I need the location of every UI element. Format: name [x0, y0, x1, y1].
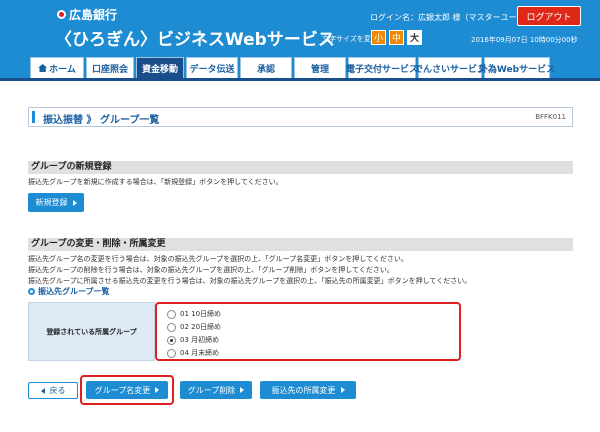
service-name: 〈ひろぎん〉ビジネスWebサービス [55, 30, 335, 50]
radio-button-selected[interactable] [167, 335, 176, 345]
nav-tab-home[interactable]: ホーム [30, 57, 84, 78]
arrow-right-icon [155, 387, 160, 393]
arrow-left-icon [40, 387, 45, 394]
change-description-member: 振込先グループに所属させる振込先の変更を行う場合は、対象の振込先グループを選択の… [28, 277, 472, 285]
bank-logo-icon [57, 10, 66, 19]
new-group-description: 振込先グループを新規に作成する場合は、「新規登録」ボタンを押してください。 [28, 178, 283, 186]
nav-underline [0, 78, 600, 81]
nav-tab-approval[interactable]: 承認 [240, 57, 292, 78]
group-option[interactable]: 02 20日締め [167, 322, 221, 332]
fontsize-medium-button[interactable]: 中 [389, 30, 404, 45]
current-datetime: 2016年09月07日 10時00分00秒 [471, 36, 578, 44]
group-option[interactable]: 03 月初締め [167, 335, 219, 345]
nav-tab-electronic-delivery[interactable]: 電子交付サービス [346, 57, 418, 78]
rename-group-button[interactable]: グループ名変更 [86, 381, 168, 399]
fontsize-small-button[interactable]: 小 [371, 30, 386, 45]
nav-tab-densai[interactable]: でんさいサービス [414, 57, 486, 78]
arrow-right-icon [340, 387, 345, 393]
page-title: 振込振替 》 グループ一覧 [43, 115, 160, 126]
change-group-heading: グループの変更・削除・所属変更 [28, 238, 573, 251]
radio-button[interactable] [167, 322, 176, 332]
new-register-button[interactable]: 新規登録 [28, 193, 84, 212]
new-group-heading: グループの新規登録 [28, 161, 573, 174]
group-radio-list: 01 10日締め 02 20日締め 03 月初締め 04 月末締め [155, 302, 461, 361]
group-list-heading: 振込先グループ一覧 [28, 286, 110, 297]
back-button[interactable]: 戻る [28, 382, 78, 399]
arrow-right-icon [72, 199, 77, 206]
radio-button[interactable] [167, 348, 176, 358]
nav-tab-account-inquiry[interactable]: 口座照会 [86, 57, 134, 78]
radio-button[interactable] [167, 309, 176, 319]
fontsize-label: 文字サイズを変更 [322, 35, 378, 43]
group-field-label: 登録されている所属グループ [28, 302, 155, 361]
delete-group-button[interactable]: グループ削除 [180, 381, 252, 399]
bank-name: 広島銀行 [69, 8, 118, 22]
nav-tab-fund-transfer[interactable]: 資金移動 [136, 57, 184, 78]
group-option[interactable]: 01 10日締め [167, 309, 221, 319]
page-title-box: 振込振替 》 グループ一覧 BFFK011 [28, 107, 573, 127]
new-register-label: 新規登録 [35, 198, 68, 207]
bank-logo: 広島銀行 [57, 6, 117, 23]
change-description-delete: 振込先グループの削除を行う場合は、対象の振込先グループを選択の上、「グループ削除… [28, 266, 394, 274]
group-option[interactable]: 04 月末締め [167, 348, 219, 358]
fontsize-large-button[interactable]: 大 [407, 30, 422, 45]
nav-tab-management[interactable]: 管理 [294, 57, 346, 78]
arrow-right-icon [240, 387, 245, 393]
nav-tab-data-transmission[interactable]: データ伝送 [186, 57, 238, 78]
home-icon [38, 64, 48, 72]
screen-id: BFFK011 [535, 113, 566, 121]
app-header: 広島銀行 〈ひろぎん〉ビジネスWebサービス ログイン名：広銀太郎 様（マスター… [0, 0, 600, 78]
change-membership-button[interactable]: 振込先の所属変更 [260, 381, 356, 399]
login-user-info: ログイン名：広銀太郎 様（マスターユーザ） [370, 13, 533, 22]
title-accent-bar [32, 111, 35, 123]
nav-tab-forex-web[interactable]: 外為Webサービス [479, 57, 555, 78]
logout-button[interactable]: ログアウト [517, 6, 581, 26]
bullet-icon [28, 288, 35, 295]
main-nav: ホーム 口座照会 資金移動 データ伝送 承認 管理 電子交付サービス でんさいサ… [30, 57, 555, 78]
change-description-rename: 振込先グループ名の変更を行う場合は、対象の振込先グループを選択の上、「グループ名… [28, 255, 408, 263]
